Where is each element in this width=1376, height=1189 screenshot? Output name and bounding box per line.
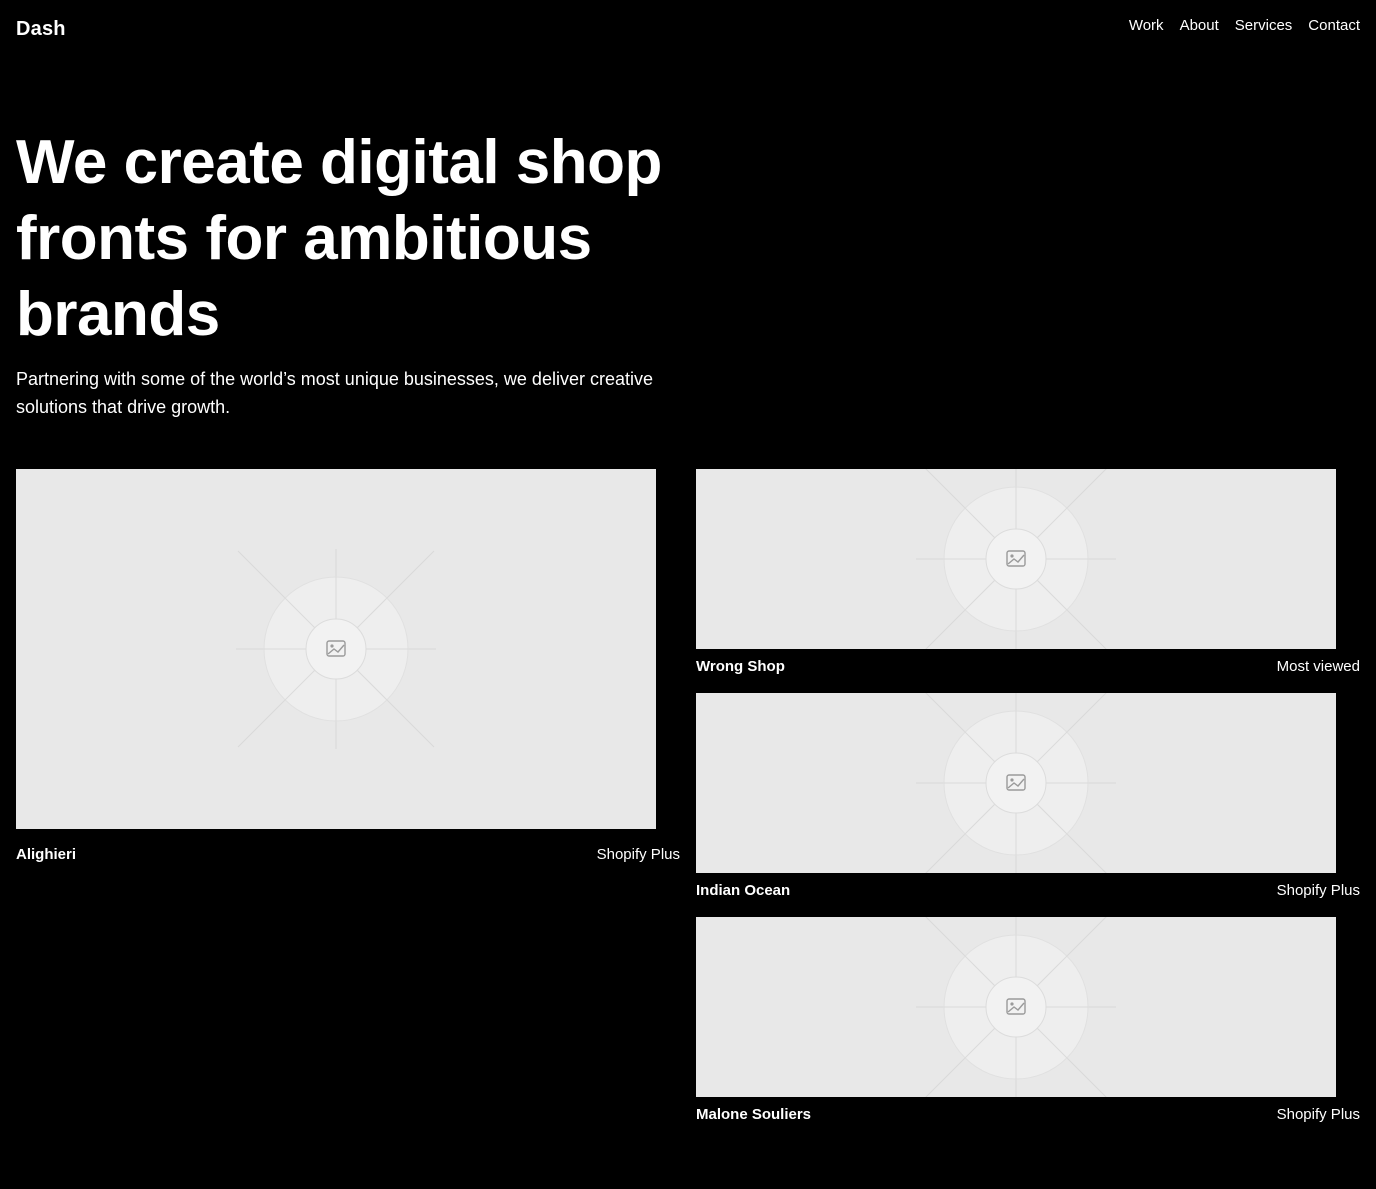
nav-link-about[interactable]: About bbox=[1180, 17, 1219, 34]
hero-subtitle: Partnering with some of the world’s most… bbox=[16, 369, 653, 417]
image-placeholder-icon bbox=[916, 469, 1116, 649]
project-card-malone-souliers[interactable]: Malone Souliers Shopify Plus bbox=[696, 917, 1360, 1123]
nav-link-contact[interactable]: Contact bbox=[1308, 17, 1360, 34]
project-tag: Shopify Plus bbox=[1276, 1106, 1360, 1123]
project-name: Wrong Shop bbox=[696, 658, 785, 675]
nav-link-services[interactable]: Services bbox=[1235, 17, 1293, 34]
project-tag: Most viewed bbox=[1276, 658, 1360, 675]
project-card-alighieri[interactable]: Alighieri Shopify Plus bbox=[16, 469, 680, 863]
project-image[interactable] bbox=[696, 693, 1336, 873]
project-caption: Malone Souliers Shopify Plus bbox=[696, 1106, 1360, 1123]
project-image[interactable] bbox=[16, 469, 656, 829]
logo[interactable]: Dash bbox=[16, 18, 66, 41]
image-placeholder-icon bbox=[916, 693, 1116, 873]
project-tag: Shopify Plus bbox=[1276, 882, 1360, 899]
project-caption: Wrong Shop Most viewed bbox=[696, 658, 1360, 675]
project-tag: Shopify Plus bbox=[596, 846, 680, 863]
project-image[interactable] bbox=[696, 917, 1336, 1097]
project-card-indian-ocean[interactable]: Indian Ocean Shopify Plus bbox=[696, 693, 1360, 899]
project-card-wrong-shop[interactable]: Wrong Shop Most viewed bbox=[696, 469, 1360, 675]
project-name: Indian Ocean bbox=[696, 882, 791, 899]
project-name: Malone Souliers bbox=[696, 1106, 812, 1123]
project-name: Alighieri bbox=[16, 846, 77, 863]
image-placeholder-icon bbox=[236, 549, 436, 749]
project-image[interactable] bbox=[696, 469, 1336, 649]
project-caption: Alighieri Shopify Plus bbox=[16, 846, 680, 863]
project-caption: Indian Ocean Shopify Plus bbox=[696, 882, 1360, 899]
hero-title: We create digital shop fronts for ambiti… bbox=[16, 128, 662, 349]
nav-link-work[interactable]: Work bbox=[1129, 17, 1164, 34]
image-placeholder-icon bbox=[916, 917, 1116, 1097]
main-nav: Work About Services Contact bbox=[1129, 17, 1360, 34]
